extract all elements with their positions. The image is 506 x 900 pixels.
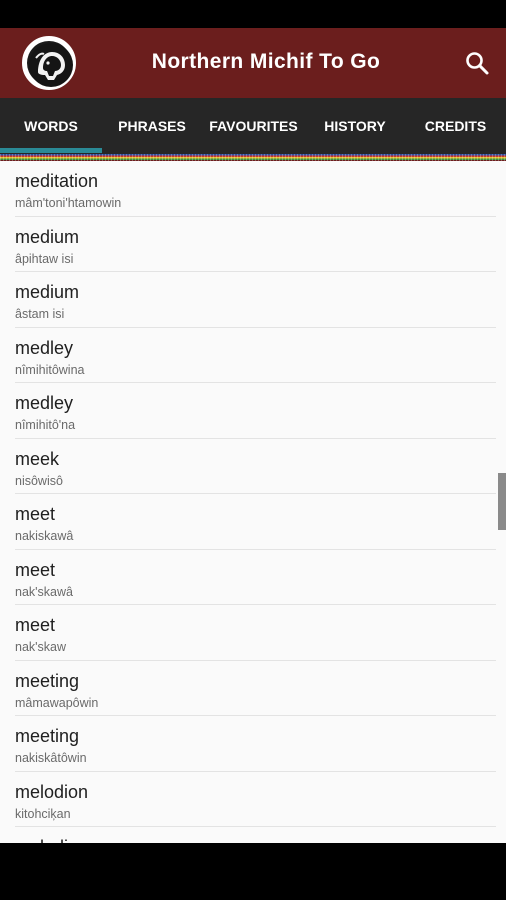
- list-item-word: meditation: [15, 171, 99, 191]
- list-item-word: meek: [15, 448, 60, 469]
- scrollbar-thumb[interactable]: [498, 473, 506, 530]
- list-item[interactable]: meek nisôwisô: [0, 439, 496, 494]
- tab-indicator: [0, 148, 102, 153]
- list-item[interactable]: meet nakiskawâ: [0, 494, 496, 550]
- list-item[interactable]: meditation mâm'toni'htamowin: [0, 161, 496, 217]
- list-item-translation: nakiskâtôwin: [15, 751, 87, 765]
- list-item[interactable]: medium âpihtaw isi: [0, 217, 496, 272]
- list-item-translation: âstam isi: [15, 307, 65, 321]
- list-item-word: meeting: [15, 670, 80, 691]
- list-item-translation: nîmihitô'na: [15, 418, 76, 432]
- tab-phrases[interactable]: PHRASES: [102, 98, 202, 154]
- list-item[interactable]: meeting nakiskâtôwin: [0, 716, 496, 772]
- sash-stripe: [0, 154, 506, 161]
- list-item[interactable]: meet nak'skaw: [0, 605, 496, 661]
- list-item-translation: mâmawapôwin: [15, 695, 99, 710]
- list-item-word: melodion: [15, 781, 89, 802]
- list-item-word: medium: [15, 282, 80, 302]
- tab-history[interactable]: HISTORY: [305, 98, 405, 154]
- tab-bar: WORDS PHRASES FAVOURITES HISTORY CREDITS: [0, 98, 506, 154]
- list-item[interactable]: medley nîmihitôwina: [0, 328, 496, 383]
- list-item-translation: nak'skaw: [15, 640, 67, 654]
- list-item-word: meet: [15, 559, 56, 580]
- list-item-translation: mâm'toni'htamowin: [15, 196, 122, 210]
- list-item-translation: nisôwisô: [15, 473, 63, 488]
- list-item-word: meet: [15, 615, 56, 635]
- app-title: Northern Michif To Go: [151, 50, 381, 73]
- system-nav-bar: [0, 843, 506, 900]
- list-item-word: meeting: [15, 726, 80, 746]
- app-bar: Northern Michif To Go: [0, 28, 506, 98]
- list-item[interactable]: melodious: [0, 827, 496, 843]
- list-item-translation: nak'skawâ: [15, 584, 73, 599]
- list-item[interactable]: melodion kitohciķan: [0, 772, 496, 827]
- list-item[interactable]: meeting mâmawapôwin: [0, 661, 496, 716]
- list-item-word: medley: [15, 393, 74, 413]
- list-item-translation: kitohciķan: [15, 806, 71, 821]
- list-item[interactable]: medley nîmihitô'na: [0, 383, 496, 439]
- list-item-word: medium: [15, 226, 80, 247]
- list-item-translation: nakiskawâ: [15, 529, 74, 543]
- tab-credits[interactable]: CREDITS: [405, 98, 506, 154]
- search-icon[interactable]: [464, 50, 490, 76]
- tab-words[interactable]: WORDS: [0, 98, 102, 154]
- word-list[interactable]: meditation mâm'toni'htamowin medium âpih…: [0, 161, 506, 843]
- list-item-translation: nîmihitôwina: [15, 362, 85, 377]
- list-item-translation: âpihtaw isi: [15, 251, 74, 266]
- tab-favourites[interactable]: FAVOURITES: [202, 98, 305, 154]
- list-item[interactable]: medium âstam isi: [0, 272, 496, 328]
- list-item-word: medley: [15, 337, 74, 358]
- status-bar: [0, 0, 506, 28]
- list-item-word: meet: [15, 504, 56, 524]
- list-item[interactable]: meet nak'skawâ: [0, 550, 496, 605]
